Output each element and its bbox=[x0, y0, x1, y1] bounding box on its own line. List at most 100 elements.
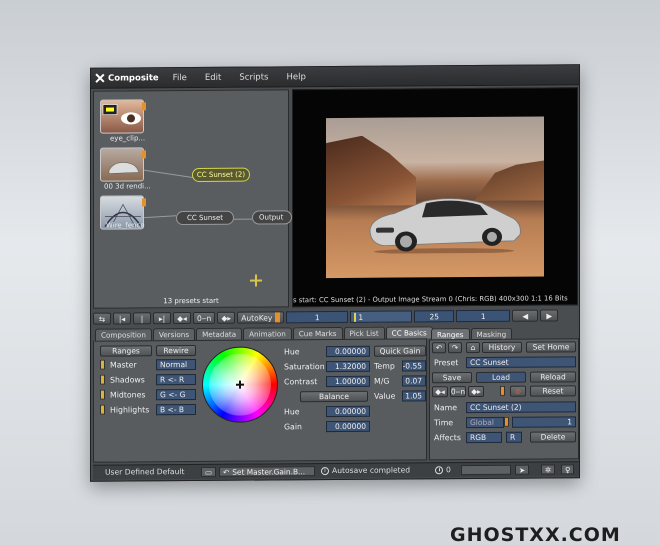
reset-button[interactable]: Reset bbox=[530, 385, 576, 397]
highlights-label: Highlights bbox=[110, 405, 150, 415]
frame-step-field[interactable]: 1 bbox=[456, 309, 511, 323]
tab-metadata[interactable]: Metadata bbox=[196, 327, 243, 340]
prev-preset-button[interactable]: ◆◂ bbox=[432, 386, 448, 398]
highlights-swatch[interactable] bbox=[100, 404, 105, 415]
set-master-button[interactable]: ↶ Set Master.Gain.B... bbox=[219, 466, 315, 477]
hue-field[interactable]: 0.00000 bbox=[326, 345, 370, 358]
gain-field[interactable]: 0.00000 bbox=[326, 420, 370, 433]
node-cc-sunset-2[interactable]: CC Sunset (2) bbox=[192, 167, 250, 182]
prev-key-button[interactable]: ◆◂ bbox=[173, 312, 191, 325]
preset-field[interactable]: CC Sunset bbox=[466, 356, 576, 369]
key-preset-icon: 0‒n bbox=[450, 387, 466, 397]
save-button[interactable]: Save bbox=[432, 372, 472, 384]
tab-cue-marks[interactable]: Cue Marks bbox=[292, 326, 343, 340]
image-viewer[interactable]: s start: CC Sunset (2) - Output Image St… bbox=[292, 87, 578, 308]
color-wheel[interactable] bbox=[202, 346, 278, 423]
highlights-field[interactable]: B <- B bbox=[156, 403, 196, 416]
node-eye-clip-label: eye_clip... bbox=[110, 134, 146, 143]
key-button[interactable]: 0‒n bbox=[193, 311, 216, 324]
delete-button[interactable]: Delete bbox=[530, 431, 576, 443]
go-end-button[interactable]: ▸| bbox=[153, 312, 171, 325]
info-button[interactable]: ♀ bbox=[561, 464, 575, 475]
history-button[interactable]: History bbox=[482, 341, 522, 353]
shadows-field[interactable]: R <- R bbox=[156, 373, 196, 386]
cc-basics-panel: Ranges Rewire Master Normal Shadows R <-… bbox=[93, 338, 427, 463]
affects-flag-field[interactable]: R bbox=[506, 431, 522, 443]
frame-scrubber[interactable]: 1 bbox=[350, 310, 413, 323]
menu-file[interactable]: File bbox=[173, 73, 187, 83]
menu-help[interactable]: Help bbox=[286, 72, 305, 82]
master-field[interactable]: Normal bbox=[156, 358, 196, 371]
balance-button[interactable]: Balance bbox=[300, 390, 368, 403]
go-start-button[interactable]: |◂ bbox=[113, 312, 131, 325]
disable-icon: ⊘ bbox=[514, 386, 522, 396]
affects-label: Affects bbox=[434, 433, 461, 443]
disable-button[interactable]: ⊘ bbox=[510, 385, 526, 397]
frame-current-field[interactable]: 1 bbox=[286, 310, 349, 324]
layout-button[interactable]: ▭ bbox=[201, 466, 216, 477]
play-forward-button[interactable]: ▶ bbox=[540, 309, 559, 322]
node-link bbox=[139, 215, 176, 219]
name-label: Name bbox=[434, 403, 458, 413]
go-start-icon: |◂ bbox=[118, 313, 126, 324]
key-icon: 0‒n bbox=[197, 313, 212, 323]
master-swatch[interactable] bbox=[100, 359, 105, 370]
preset-flag-swatch[interactable] bbox=[500, 385, 505, 396]
loop-button[interactable]: ⇆ bbox=[93, 312, 111, 325]
midtones-swatch[interactable] bbox=[100, 389, 105, 400]
value-field[interactable]: 1.05 bbox=[402, 390, 426, 402]
mg-field[interactable]: 0.07 bbox=[402, 375, 426, 387]
time-mode-field[interactable]: Global bbox=[466, 416, 504, 429]
contrast-field[interactable]: 1.00000 bbox=[326, 375, 370, 388]
home-button[interactable]: ⌂ bbox=[466, 341, 480, 354]
frame-end-field[interactable]: 25 bbox=[414, 310, 455, 323]
schematic-view[interactable]: eye_clip... 00 3d rendi... Wire_fence CC… bbox=[93, 89, 292, 309]
tab-composition[interactable]: Composition bbox=[95, 328, 152, 341]
set-home-button[interactable]: Set Home bbox=[526, 341, 576, 353]
schematic-status: 13 presets start bbox=[163, 296, 219, 306]
saturation-field[interactable]: 1.32000 bbox=[326, 360, 370, 373]
step-button[interactable]: | bbox=[133, 312, 151, 325]
autokey-toggle bbox=[275, 312, 281, 323]
tab-animation[interactable]: Animation bbox=[243, 327, 292, 340]
redo-button[interactable]: ↷ bbox=[448, 342, 462, 354]
next-key-button[interactable]: ◆▸ bbox=[217, 311, 236, 324]
midtones-field[interactable]: G <- G bbox=[156, 388, 196, 401]
time-key-swatch[interactable] bbox=[504, 416, 509, 427]
shadows-swatch[interactable] bbox=[100, 374, 105, 385]
node-render[interactable] bbox=[100, 147, 146, 182]
load-button[interactable]: Load bbox=[476, 371, 526, 384]
node-wire-fence-label: Wire_fence bbox=[106, 221, 145, 230]
node-output[interactable]: Output bbox=[252, 210, 292, 225]
app-menu[interactable]: Composite bbox=[95, 73, 159, 83]
hue2-field[interactable]: 0.00000 bbox=[326, 405, 370, 418]
next-key-icon: ◆▸ bbox=[221, 313, 232, 323]
rewire-button[interactable]: Rewire bbox=[156, 344, 196, 357]
affects-field[interactable]: RGB bbox=[466, 431, 502, 444]
node-cc-sunset[interactable]: CC Sunset bbox=[176, 210, 234, 226]
ranges-button[interactable]: Ranges bbox=[100, 345, 152, 357]
preset-tabs: Ranges Masking bbox=[431, 327, 513, 341]
menu-scripts[interactable]: Scripts bbox=[239, 72, 268, 82]
tab-versions[interactable]: Versions bbox=[152, 327, 196, 341]
hue2-label: Hue bbox=[284, 407, 300, 417]
play-back-button[interactable]: ◀ bbox=[512, 309, 539, 322]
reel-button[interactable]: ✲ bbox=[541, 464, 556, 475]
tab-pick-list[interactable]: Pick List bbox=[343, 326, 385, 339]
undo-button[interactable]: ↶ bbox=[432, 342, 446, 354]
wheel-cursor-icon[interactable] bbox=[236, 381, 244, 389]
node-eye-clip[interactable] bbox=[100, 99, 146, 134]
menu-edit[interactable]: Edit bbox=[205, 72, 221, 82]
tab-cc-basics[interactable]: CC Basics bbox=[385, 326, 433, 339]
name-field[interactable]: CC Sunset (2) bbox=[466, 401, 576, 414]
arrow-button[interactable]: ➤ bbox=[515, 464, 530, 475]
autokey-button[interactable]: AutoKey bbox=[237, 311, 285, 324]
next-preset-button[interactable]: ◆▸ bbox=[468, 385, 484, 398]
key-preset-button[interactable]: 0‒n bbox=[450, 386, 466, 398]
quick-gain-button[interactable]: Quick Gain bbox=[374, 345, 426, 357]
mg-label: M/G bbox=[374, 376, 390, 386]
time-value-field[interactable]: 1 bbox=[512, 416, 576, 428]
reload-button[interactable]: Reload bbox=[530, 371, 576, 383]
progress-slider[interactable] bbox=[461, 464, 511, 476]
temp-field[interactable]: -0.55 bbox=[402, 360, 426, 372]
